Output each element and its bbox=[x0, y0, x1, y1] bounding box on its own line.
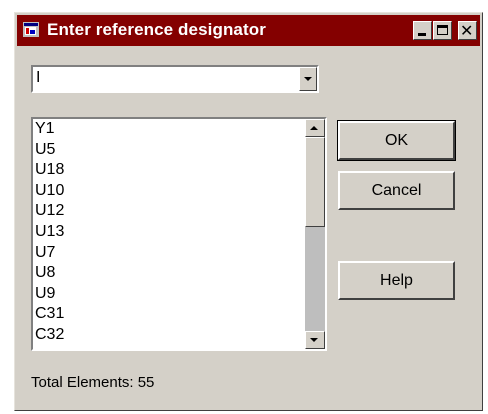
window-title: Enter reference designator bbox=[47, 20, 266, 39]
total-elements-label: Total Elements: 55 bbox=[31, 374, 155, 391]
help-button[interactable]: Help bbox=[338, 261, 455, 300]
list-item[interactable]: U12 bbox=[35, 201, 305, 222]
list-item[interactable]: U8 bbox=[35, 263, 305, 284]
designator-combobox[interactable]: I bbox=[31, 65, 319, 93]
list-item[interactable]: U18 bbox=[35, 160, 305, 181]
scroll-down-button[interactable] bbox=[305, 331, 325, 349]
title-bar[interactable]: Enter reference designator ✕ bbox=[17, 15, 480, 46]
close-button[interactable]: ✕ bbox=[458, 21, 477, 40]
scroll-up-button[interactable] bbox=[305, 119, 325, 137]
maximize-icon bbox=[437, 25, 448, 35]
chevron-down-icon bbox=[310, 338, 318, 342]
list-item[interactable]: U7 bbox=[35, 243, 305, 264]
designator-listbox[interactable]: Y1 U5 U18 U10 U12 U13 U7 U8 U9 C31 C32 bbox=[31, 117, 327, 351]
list-item[interactable]: Y1 bbox=[35, 119, 305, 140]
cancel-button[interactable]: Cancel bbox=[338, 171, 455, 210]
list-item[interactable]: C32 bbox=[35, 325, 305, 346]
scroll-thumb[interactable] bbox=[305, 137, 325, 227]
minimize-icon bbox=[418, 33, 426, 36]
list-item[interactable]: U13 bbox=[35, 222, 305, 243]
minimize-button[interactable] bbox=[413, 21, 432, 40]
designator-input[interactable]: I bbox=[36, 69, 40, 87]
close-icon: ✕ bbox=[460, 21, 474, 40]
list-item[interactable]: U9 bbox=[35, 284, 305, 305]
vertical-scrollbar[interactable] bbox=[305, 119, 325, 349]
list-item[interactable]: C31 bbox=[35, 304, 305, 325]
ok-button[interactable]: OK bbox=[337, 120, 456, 161]
combo-dropdown-button[interactable] bbox=[299, 67, 317, 91]
chevron-up-icon bbox=[310, 126, 318, 130]
designator-list: Y1 U5 U18 U10 U12 U13 U7 U8 U9 C31 C32 bbox=[35, 119, 305, 346]
list-item[interactable]: U10 bbox=[35, 181, 305, 202]
list-item[interactable]: U5 bbox=[35, 140, 305, 161]
reference-designator-dialog: Enter reference designator ✕ I Y1 U5 U18… bbox=[14, 12, 483, 411]
maximize-button[interactable] bbox=[433, 21, 452, 40]
chevron-down-icon bbox=[304, 77, 312, 81]
app-window-icon bbox=[23, 22, 39, 37]
